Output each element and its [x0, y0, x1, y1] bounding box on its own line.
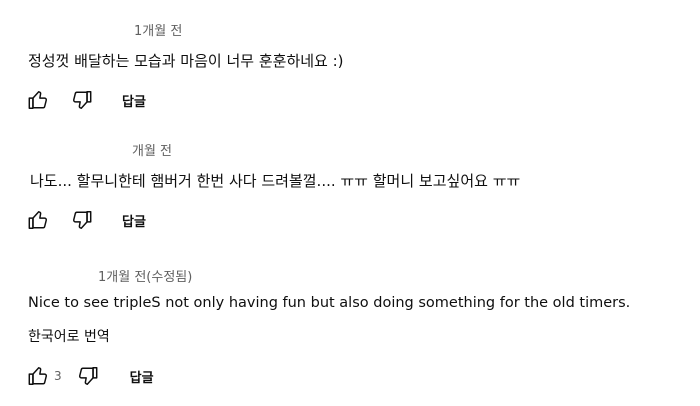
reply-button[interactable]: 답글 [116, 87, 152, 114]
like-button[interactable] [24, 206, 52, 234]
comment-actions: 답글 [24, 86, 152, 114]
thumbs-up-icon [27, 89, 49, 111]
comment-timestamp[interactable]: 1개월 전(수정됨) [98, 266, 192, 285]
thumbs-down-icon [71, 89, 93, 111]
thumbs-down-icon [71, 209, 93, 231]
comment-text: 나도... 할무니한테 햄버거 한번 사다 드려볼껄.... ㅠㅠ 할머니 보고… [30, 172, 521, 190]
translate-link[interactable]: 한국어로 번역 [28, 326, 110, 346]
like-count: 3 [54, 369, 62, 383]
dislike-button[interactable] [68, 86, 96, 114]
comment-actions: 답글 [24, 206, 152, 234]
reply-button[interactable]: 답글 [124, 363, 160, 390]
comment-text: Nice to see tripleS not only having fun … [28, 295, 631, 311]
comment-timestamp[interactable]: 개월 전 [132, 140, 172, 159]
comment-text: 정성껏 배달하는 모습과 마음이 너무 훈훈하네요 :) [28, 52, 344, 70]
reply-button[interactable]: 답글 [116, 207, 152, 234]
comment-timestamp[interactable]: 1개월 전 [134, 20, 182, 39]
like-button[interactable] [24, 362, 52, 390]
comment-actions: 3 답글 [24, 362, 160, 390]
like-button[interactable] [24, 86, 52, 114]
dislike-button[interactable] [68, 206, 96, 234]
thumbs-up-icon [27, 209, 49, 231]
thumbs-down-icon [77, 365, 99, 387]
thumbs-up-icon [27, 365, 49, 387]
dislike-button[interactable] [74, 362, 102, 390]
